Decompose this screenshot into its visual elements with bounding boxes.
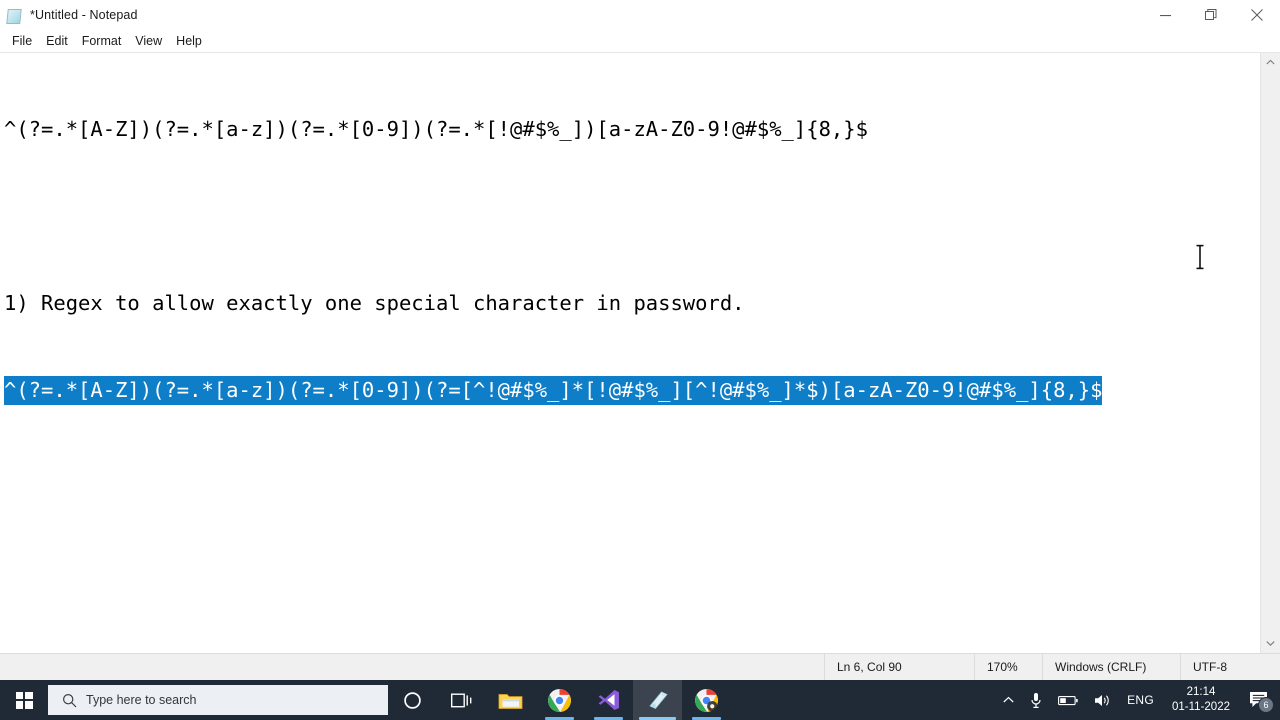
close-icon <box>1251 9 1263 21</box>
text-line-content: ^(?=.*[A-Z])(?=.*[a-z])(?=.*[0-9])(?=.*[… <box>4 117 868 141</box>
taskbar-item-notepad[interactable] <box>633 680 682 720</box>
language-indicator[interactable]: ENG <box>1119 680 1162 720</box>
taskbar: Type here to search ENG 21:14 01-11-2022… <box>0 680 1280 720</box>
windows-logo-icon <box>15 691 33 709</box>
text-line[interactable] <box>4 463 1261 492</box>
microphone-icon <box>1031 692 1041 708</box>
window-controls <box>1142 0 1280 30</box>
show-hidden-icons-button[interactable] <box>995 680 1022 720</box>
status-bar: Ln 6, Col 90 170% Windows (CRLF) UTF-8 <box>0 653 1280 680</box>
taskbar-search-box[interactable]: Type here to search <box>48 685 388 715</box>
clock-date: 01-11-2022 <box>1172 701 1230 713</box>
status-zoom-level[interactable]: 170% <box>974 654 1042 680</box>
text-line[interactable]: 1) Regex to allow exactly one special ch… <box>4 289 1261 318</box>
clock-time: 21:14 <box>1186 686 1216 698</box>
status-cursor-position: Ln 6, Col 90 <box>824 654 974 680</box>
search-placeholder: Type here to search <box>86 693 197 707</box>
search-icon <box>62 693 77 707</box>
notifications-button[interactable]: 6 <box>1240 680 1276 720</box>
scroll-down-button[interactable] <box>1261 634 1280 653</box>
text-line[interactable]: ^(?=.*[A-Z])(?=.*[a-z])(?=.*[0-9])(?=.*[… <box>4 115 1261 144</box>
clock[interactable]: 21:14 01-11-2022 <box>1162 680 1240 720</box>
scroll-up-button[interactable] <box>1261 53 1280 72</box>
taskbar-items <box>388 680 731 720</box>
chevron-down-icon <box>1266 641 1275 647</box>
speaker-icon <box>1095 694 1109 706</box>
microphone-button[interactable] <box>1022 680 1050 720</box>
file-explorer-icon <box>498 693 523 709</box>
chevron-up-icon <box>1003 696 1014 703</box>
restore-icon <box>1205 9 1217 20</box>
notepad-icon <box>6 7 22 24</box>
cortana-icon <box>404 691 421 709</box>
screen: *Untitled - Notepad File Edit Format Vie… <box>0 0 1280 720</box>
taskbar-item-task-view[interactable] <box>437 680 486 720</box>
status-encoding: UTF-8 <box>1180 654 1280 680</box>
taskbar-item-cortana[interactable] <box>388 680 437 720</box>
notepad-icon <box>648 691 668 709</box>
vscode-icon <box>598 690 619 710</box>
text-line[interactable] <box>4 202 1261 231</box>
scrollbar-track[interactable] <box>1261 72 1280 634</box>
editor-area[interactable]: ^(?=.*[A-Z])(?=.*[a-z])(?=.*[0-9])(?=.*[… <box>0 53 1280 653</box>
chevron-up-icon <box>1266 59 1275 65</box>
menu-item-view[interactable]: View <box>128 31 169 51</box>
title-bar[interactable]: *Untitled - Notepad <box>0 0 1280 30</box>
window-title: *Untitled - Notepad <box>30 8 138 22</box>
taskbar-item-chrome[interactable] <box>535 680 584 720</box>
vertical-scrollbar[interactable] <box>1260 53 1280 653</box>
menu-item-help[interactable]: Help <box>169 31 209 51</box>
menu-item-edit[interactable]: Edit <box>39 31 75 51</box>
menu-item-format[interactable]: Format <box>75 31 129 51</box>
selected-text: ^(?=.*[A-Z])(?=.*[a-z])(?=.*[0-9])(?=[^!… <box>4 376 1103 405</box>
status-line-endings: Windows (CRLF) <box>1042 654 1180 680</box>
menu-item-file[interactable]: File <box>5 31 39 51</box>
battery-button[interactable] <box>1050 680 1086 720</box>
menu-bar: File Edit Format View Help <box>0 30 1280 53</box>
notepad-window: *Untitled - Notepad File Edit Format Vie… <box>0 0 1280 680</box>
text-line-selected[interactable]: ^(?=.*[A-Z])(?=.*[a-z])(?=.*[0-9])(?=[^!… <box>4 376 1261 405</box>
text-ibeam-cursor <box>1194 244 1206 270</box>
title-bar-left: *Untitled - Notepad <box>0 7 138 24</box>
notification-count-badge: 6 <box>1258 697 1274 713</box>
close-button[interactable] <box>1234 0 1280 30</box>
text-line-content: 1) Regex to allow exactly one special ch… <box>4 291 745 315</box>
taskbar-item-chrome-secondary[interactable] <box>682 680 731 720</box>
system-tray: ENG 21:14 01-11-2022 6 <box>995 680 1280 720</box>
text-editor[interactable]: ^(?=.*[A-Z])(?=.*[a-z])(?=.*[0-9])(?=.*[… <box>0 53 1261 653</box>
text-line[interactable] <box>4 637 1261 653</box>
text-line[interactable] <box>4 550 1261 579</box>
minimize-button[interactable] <box>1142 0 1188 30</box>
battery-icon <box>1058 695 1078 705</box>
minimize-icon <box>1159 14 1171 16</box>
start-button[interactable] <box>0 680 48 720</box>
taskbar-item-file-explorer[interactable] <box>486 680 535 720</box>
taskbar-item-vscode[interactable] <box>584 680 633 720</box>
task-view-icon <box>450 693 471 707</box>
volume-button[interactable] <box>1086 680 1119 720</box>
maximize-restore-button[interactable] <box>1188 0 1234 30</box>
chrome-icon <box>548 688 571 712</box>
chrome-secondary-icon <box>695 688 718 712</box>
